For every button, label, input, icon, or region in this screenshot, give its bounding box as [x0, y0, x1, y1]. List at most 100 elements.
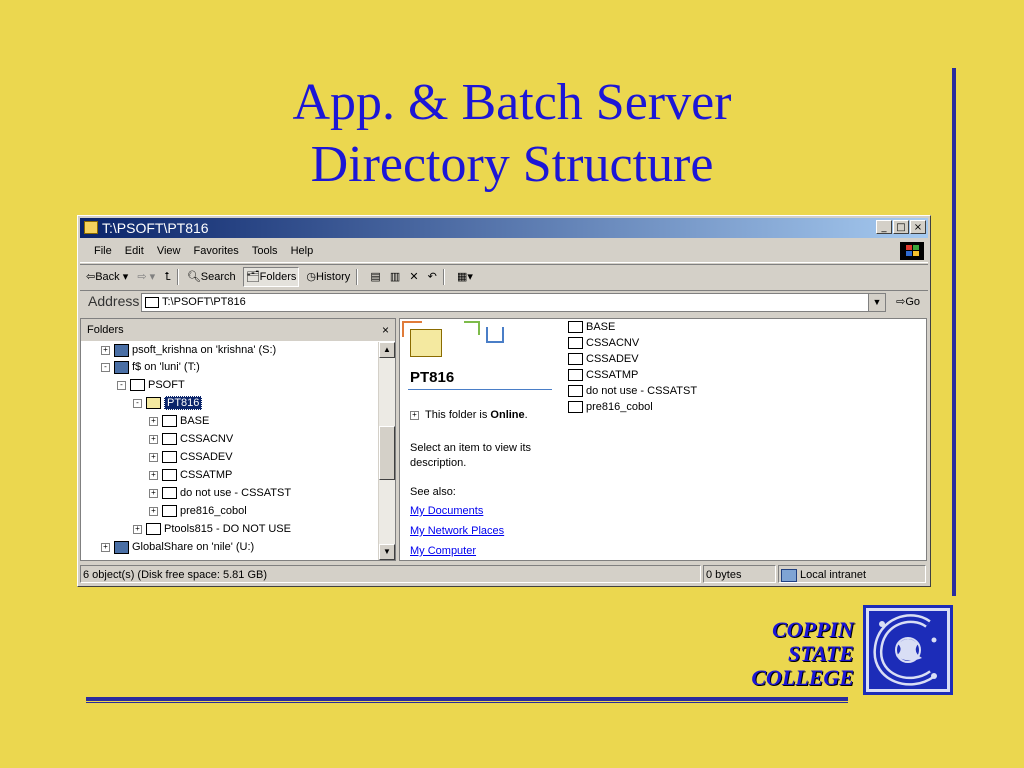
folder-icon — [568, 385, 583, 398]
logo-line-1: COPPIN — [772, 617, 854, 642]
folder-icon — [162, 415, 177, 428]
search-button[interactable]: 🔍︎Search — [187, 265, 236, 289]
collapse-icon[interactable]: - — [117, 380, 126, 390]
menu-file[interactable]: File — [94, 240, 112, 262]
expand-icon[interactable]: + — [149, 470, 158, 480]
toolbar-separator — [176, 269, 179, 286]
expand-icon[interactable]: + — [101, 542, 110, 552]
tree-item[interactable]: + CSSATMP — [149, 467, 232, 484]
address-input[interactable]: T:\PSOFT\PT816 ▼ — [141, 293, 886, 312]
network-drive-icon — [114, 343, 129, 357]
minimize-button[interactable]: _ — [876, 220, 892, 234]
copy-to-icon[interactable]: ▥ — [390, 265, 400, 289]
heading-underline — [408, 389, 552, 390]
tree-item[interactable]: + GlobalShare on 'nile' (U:) — [101, 539, 254, 556]
search-icon: 🔍︎ — [186, 271, 201, 283]
collapse-icon[interactable]: - — [133, 398, 142, 408]
tree-item[interactable]: + pre816_cobol — [149, 503, 247, 520]
maximize-button[interactable]: □ — [893, 220, 909, 234]
status-zone: Local intranet — [778, 565, 926, 583]
undo-icon[interactable]: ↶ — [428, 265, 437, 289]
history-icon: ◷ — [306, 271, 317, 283]
expand-icon[interactable]: + — [149, 488, 158, 498]
menu-help[interactable]: Help — [291, 240, 314, 262]
expand-icon[interactable]: + — [149, 434, 158, 444]
tree-item[interactable]: + do not use - CSSATST — [149, 485, 291, 502]
menu-bar: File Edit View Favorites Tools Help — [80, 240, 928, 263]
views-icon[interactable]: ▦▾ — [457, 265, 473, 289]
folder-icon — [146, 523, 161, 536]
folder-icon — [130, 379, 145, 392]
folder-icon — [568, 321, 583, 334]
expand-icon[interactable]: + — [410, 410, 419, 420]
expand-icon[interactable]: + — [133, 524, 142, 534]
status-bar: 6 object(s) (Disk free space: 5.81 GB) 0… — [80, 565, 928, 584]
link-my-computer[interactable]: My Computer — [410, 545, 476, 557]
folder-icon — [162, 469, 177, 482]
menu-view[interactable]: View — [157, 240, 181, 262]
up-folder-icon[interactable]: ⮤ — [164, 265, 171, 289]
tree-item[interactable]: + BASE — [149, 413, 209, 430]
online-status: + This folder is Online. — [410, 409, 528, 421]
folder-icon — [568, 401, 583, 414]
address-dropdown-icon[interactable]: ▼ — [868, 294, 885, 311]
list-item[interactable]: BASE — [568, 319, 615, 336]
menu-favorites[interactable]: Favorites — [194, 240, 239, 262]
horizontal-rule — [86, 697, 848, 701]
open-folder-icon — [146, 397, 161, 410]
collapse-icon[interactable]: - — [101, 362, 110, 372]
delete-icon[interactable]: ✕ — [409, 265, 418, 289]
tree-item[interactable]: + CSSADEV — [149, 449, 233, 466]
network-drive-icon — [114, 540, 129, 554]
college-logo-text: COPPIN STATE COLLEGE — [751, 618, 854, 690]
status-objects: 6 object(s) (Disk free space: 5.81 GB) — [80, 565, 701, 583]
title-line-2: Directory Structure — [310, 136, 714, 193]
folders-icon: 🗂︎ — [245, 271, 260, 283]
folder-name-heading: PT816 — [410, 369, 455, 386]
link-my-network-places[interactable]: My Network Places — [410, 525, 504, 537]
logo-line-3: COLLEGE — [751, 665, 854, 690]
expand-icon[interactable]: + — [149, 416, 158, 426]
tree-item[interactable]: + Ptools815 - DO NOT USE — [133, 521, 291, 538]
title-line-1: App. & Batch Server — [292, 74, 732, 131]
back-button[interactable]: ⇦Back ▾ — [86, 265, 128, 289]
go-button[interactable]: ⇨Go — [896, 293, 920, 312]
tree-item[interactable]: - f$ on 'luni' (T:) — [101, 359, 200, 376]
forward-button[interactable]: ⇨ ▾ — [137, 265, 155, 289]
folders-scrollbar[interactable]: ▲ ▼ — [378, 342, 395, 560]
status-size: 0 bytes — [703, 565, 776, 583]
menu-edit[interactable]: Edit — [125, 240, 144, 262]
folders-pane: Folders × + psoft_krishna on 'krishna' (S… — [80, 318, 396, 561]
folder-icon — [145, 297, 159, 308]
folder-window-icon[interactable] — [84, 221, 98, 234]
tree-item[interactable]: - PSOFT — [117, 377, 185, 394]
tree-item-selected[interactable]: - PT816 — [133, 395, 203, 412]
menu-tools[interactable]: Tools — [252, 240, 278, 262]
list-item[interactable]: do not use - CSSATST — [568, 383, 697, 400]
explorer-window: T:\PSOFT\PT816 _ □ × File Edit View Favo… — [77, 215, 931, 587]
expand-icon[interactable]: + — [149, 452, 158, 462]
list-item[interactable]: CSSADEV — [568, 351, 639, 368]
scroll-up-icon[interactable]: ▲ — [379, 342, 395, 358]
expand-icon[interactable]: + — [101, 345, 110, 355]
scroll-down-icon[interactable]: ▼ — [379, 544, 395, 560]
close-pane-icon[interactable]: × — [382, 319, 389, 341]
folders-button[interactable]: 🗂︎Folders — [242, 267, 300, 287]
tree-item[interactable]: + CSSACNV — [149, 431, 233, 448]
link-my-documents[interactable]: My Documents — [410, 505, 483, 517]
expand-icon[interactable]: + — [149, 506, 158, 516]
folders-pane-header: Folders × — [81, 319, 395, 342]
list-item[interactable]: CSSATMP — [568, 367, 638, 384]
toolbar: ⇦Back ▾ ⇨ ▾ ⮤ 🔍︎Search 🗂︎Folders ◷Histor… — [80, 264, 928, 289]
slide-title: App. & Batch Server Directory Structure — [0, 72, 1024, 196]
see-also-label: See also: — [410, 486, 456, 498]
webview-decoration — [486, 327, 504, 343]
window-titlebar[interactable]: T:\PSOFT\PT816 _ □ × — [80, 218, 928, 238]
move-to-icon[interactable]: ▤ — [370, 265, 380, 289]
list-item[interactable]: pre816_cobol — [568, 399, 653, 416]
scroll-thumb[interactable] — [379, 426, 395, 480]
tree-item[interactable]: + psoft_krishna on 'krishna' (S:) — [101, 342, 276, 359]
history-button[interactable]: ◷History — [306, 265, 350, 289]
close-button[interactable]: × — [910, 220, 926, 234]
list-item[interactable]: CSSACNV — [568, 335, 639, 352]
